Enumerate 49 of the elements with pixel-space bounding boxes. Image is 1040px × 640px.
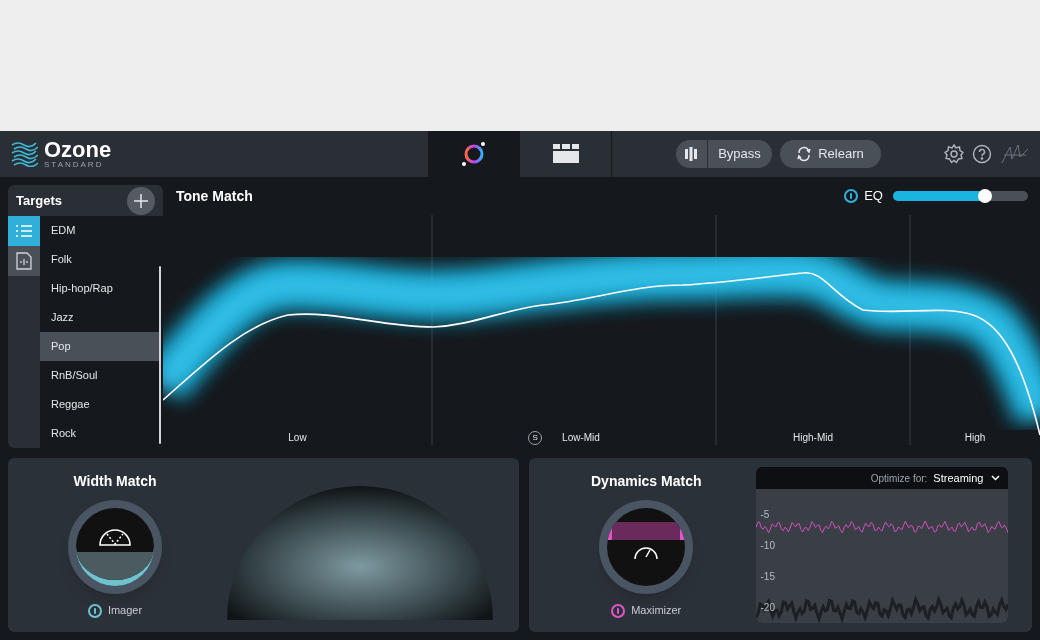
- band-label: Low: [288, 431, 307, 445]
- power-icon[interactable]: [844, 189, 859, 203]
- chevron-down-icon: [991, 475, 1001, 481]
- logo-subtitle: STANDARD: [44, 161, 105, 169]
- axis-label: -5: [760, 508, 770, 522]
- eq-slider[interactable]: [893, 191, 1028, 201]
- bypass-icon: [684, 146, 698, 162]
- target-item[interactable]: Folk: [40, 245, 159, 274]
- scrollbar[interactable]: [159, 266, 161, 444]
- optimize-label: Optimize for:: [870, 471, 928, 486]
- settings-icon[interactable]: [944, 144, 964, 164]
- band-label: High: [964, 431, 986, 445]
- add-button[interactable]: [127, 186, 155, 215]
- list-icon: [16, 224, 32, 238]
- target-item[interactable]: RnB/Soul: [40, 361, 159, 390]
- maximizer-label: Maximizer: [631, 603, 682, 619]
- band-label: Low-Mid: [562, 431, 600, 445]
- target-item[interactable]: EDM: [40, 216, 159, 245]
- tone-match-title: Tone Match: [176, 186, 253, 206]
- target-item[interactable]: Jazz: [40, 303, 159, 332]
- refresh-icon: [796, 146, 813, 162]
- help-icon[interactable]: [972, 144, 992, 164]
- bypass-button[interactable]: Bypass: [675, 140, 772, 168]
- eq-label: EQ: [864, 187, 883, 206]
- target-item[interactable]: Reggae: [40, 390, 159, 419]
- power-icon[interactable]: [87, 603, 102, 618]
- slider-thumb[interactable]: [977, 189, 992, 203]
- imager-label: Imager: [107, 603, 143, 619]
- logo-icon: [10, 141, 38, 167]
- plus-icon: [134, 193, 148, 208]
- target-item[interactable]: Rock: [40, 419, 159, 448]
- view-tab[interactable]: [428, 131, 520, 177]
- axis-label: -15: [760, 570, 775, 584]
- axis-label: -20: [760, 601, 775, 615]
- target-item[interactable]: Hip-hop/Rap: [40, 274, 159, 303]
- optimize-dropdown[interactable]: Streaming: [933, 469, 1001, 487]
- relearn-button[interactable]: Relearn: [779, 140, 881, 168]
- imager-icon: [99, 528, 131, 547]
- modules-icon: [552, 144, 579, 164]
- audio-file-icon: [16, 252, 32, 270]
- width-match-title: Width Match: [73, 472, 157, 492]
- axis-label: -10: [760, 539, 775, 553]
- targets-title: Targets: [16, 191, 62, 210]
- target-item[interactable]: Pop: [40, 332, 159, 361]
- power-icon[interactable]: [611, 603, 626, 618]
- band-label: High-Mid: [793, 431, 833, 445]
- dynamics-match-title: Dynamics Match: [591, 472, 702, 492]
- logo-text: Ozone: [44, 139, 112, 161]
- mode-tab[interactable]: [8, 246, 40, 276]
